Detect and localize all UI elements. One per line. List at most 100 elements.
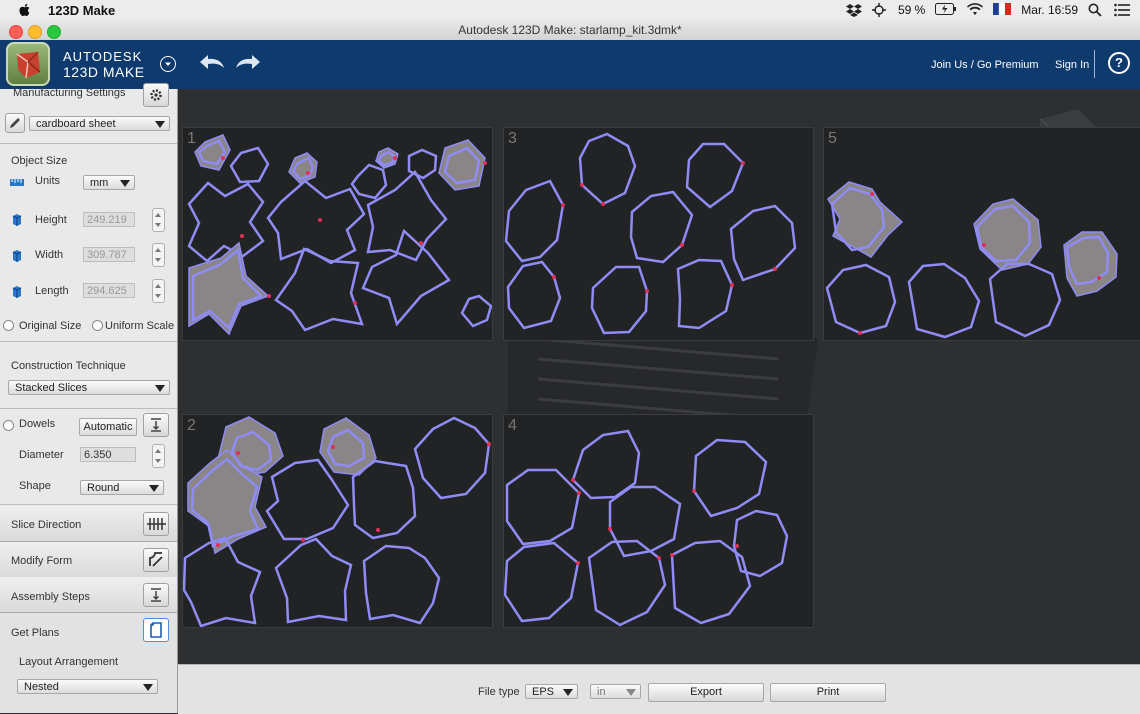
window-title: Autodesk 123D Make: starlamp_kit.3dmk* <box>458 23 682 37</box>
modify-form-button[interactable] <box>143 548 169 572</box>
original-size-radio[interactable] <box>3 320 14 331</box>
app-menu-name[interactable]: 123D Make <box>48 3 115 18</box>
chevron-down-icon <box>155 121 165 128</box>
minimize-window-button[interactable] <box>28 25 42 39</box>
spotlight-search-icon[interactable] <box>1088 3 1104 17</box>
sheet-5[interactable]: 5 <box>823 127 1140 341</box>
uniform-scale-radio[interactable] <box>92 320 103 331</box>
flag-icon[interactable] <box>993 2 1012 17</box>
battery-icon[interactable] <box>935 3 957 17</box>
slice-direction-row[interactable]: Slice Direction <box>0 506 177 542</box>
width-field[interactable]: 309.787 <box>83 247 135 262</box>
object-size-section: Object Size Units mm Height 249.219 Widt… <box>0 144 177 342</box>
wifi-icon[interactable] <box>967 3 984 17</box>
modify-form-row[interactable]: Modify Form <box>0 542 177 578</box>
chevron-down-icon <box>143 684 153 691</box>
uniform-scale-label: Uniform Scale <box>105 320 175 332</box>
pencil-icon <box>10 118 20 128</box>
close-window-button[interactable] <box>9 25 23 39</box>
units-label: Units <box>35 175 61 187</box>
width-stepper[interactable] <box>152 243 165 267</box>
shape-label: Shape <box>19 480 51 492</box>
length-stepper[interactable] <box>152 279 165 303</box>
length-icon <box>12 286 22 298</box>
join-premium-link[interactable]: Join Us / Go Premium <box>931 59 1039 71</box>
diameter-stepper[interactable] <box>152 444 165 468</box>
export-units-value: in <box>597 686 606 698</box>
dowel-icon <box>151 418 161 432</box>
document-icon <box>150 622 162 638</box>
app-menu-dropdown-icon[interactable] <box>160 56 176 72</box>
file-type-select[interactable]: EPS <box>525 684 578 699</box>
height-label: Height <box>35 214 67 226</box>
apple-icon[interactable] <box>18 3 32 17</box>
sheet-parts <box>504 132 797 335</box>
chevron-down-icon <box>626 689 636 696</box>
shape-select-value: Round <box>87 482 120 494</box>
settings-gear-button[interactable] <box>143 83 169 107</box>
dowels-tool-button[interactable] <box>143 413 169 437</box>
diameter-label: Diameter <box>19 449 64 461</box>
units-select[interactable]: mm <box>83 175 135 190</box>
dowels-automatic-button[interactable]: Automatic <box>79 418 137 436</box>
assembly-steps-button[interactable] <box>143 583 169 607</box>
manufacturing-settings-label: Manufacturing Settings <box>13 87 126 99</box>
chevron-down-icon <box>563 689 573 696</box>
header-divider <box>1094 50 1095 78</box>
export-button[interactable]: Export <box>648 683 764 702</box>
brand-autodesk: AUTODESK <box>63 49 143 64</box>
material-select-value: cardboard sheet <box>36 118 116 130</box>
length-field[interactable]: 294.625 <box>83 283 135 298</box>
redo-icon[interactable] <box>234 52 262 72</box>
shape-select[interactable]: Round <box>80 480 164 495</box>
width-icon <box>12 250 22 262</box>
sheet-3[interactable]: 3 <box>503 127 814 341</box>
undo-icon[interactable] <box>198 52 226 72</box>
construction-section: Construction Technique Stacked Slices <box>0 350 177 409</box>
layout-canvas[interactable]: 1 3 5 2 4 <box>178 89 1140 664</box>
dowels-section: Dowels Automatic Diameter 6.350 Shape Ro… <box>0 409 177 505</box>
construction-select[interactable]: Stacked Slices <box>8 380 170 395</box>
dropbox-icon[interactable] <box>845 3 862 17</box>
app-header: AUTODESK 123D MAKE Join Us / Go Premium … <box>0 40 1140 89</box>
settings-panel: Manufacturing Settings cardboard sheet O… <box>0 83 178 713</box>
slice-direction-label: Slice Direction <box>11 519 82 531</box>
sync-icon[interactable] <box>871 3 888 17</box>
get-plans-button[interactable] <box>143 618 169 642</box>
original-size-label: Original Size <box>19 320 82 332</box>
battery-percent: 59 % <box>897 3 926 17</box>
layout-arrangement-select[interactable]: Nested <box>17 679 158 694</box>
system-menubar: 123D Make 59 % Mar. 16:59 <box>0 0 1140 20</box>
help-button[interactable]: ? <box>1108 52 1130 74</box>
edit-material-button[interactable] <box>5 113 25 133</box>
print-button[interactable]: Print <box>770 683 886 702</box>
zoom-window-button[interactable] <box>47 25 61 39</box>
notification-center-icon[interactable] <box>1114 3 1130 17</box>
sheet-2[interactable]: 2 <box>182 414 493 628</box>
get-plans-section: Get Plans Layout Arrangement Nested <box>0 613 177 713</box>
clock[interactable]: Mar. 16:59 <box>1021 3 1078 17</box>
height-icon <box>12 214 22 226</box>
height-stepper[interactable] <box>152 208 165 232</box>
sheet-1[interactable]: 1 <box>182 127 493 341</box>
sheet-4[interactable]: 4 <box>503 414 814 628</box>
dowels-radio[interactable] <box>3 420 14 431</box>
sheet-parts <box>183 416 491 627</box>
brand-product: 123D MAKE <box>63 64 145 80</box>
assembly-steps-label: Assembly Steps <box>11 591 90 603</box>
chevron-down-icon <box>149 485 159 492</box>
slice-direction-button[interactable] <box>143 512 169 536</box>
construction-label: Construction Technique <box>11 360 126 372</box>
app-logo <box>6 42 50 86</box>
export-units-select[interactable]: in <box>590 684 641 699</box>
material-select[interactable]: cardboard sheet <box>29 116 170 131</box>
assembly-steps-icon <box>151 588 161 602</box>
sign-in-link[interactable]: Sign In <box>1055 59 1089 71</box>
assembly-steps-row[interactable]: Assembly Steps <box>0 577 177 613</box>
ruler-icon <box>10 179 24 186</box>
export-bar: File type EPS in Export Print <box>178 664 1140 714</box>
slice-direction-icon <box>147 518 166 530</box>
manufacturing-settings-section: Manufacturing Settings cardboard sheet <box>0 83 177 144</box>
height-field[interactable]: 249.219 <box>83 212 135 227</box>
diameter-field[interactable]: 6.350 <box>80 447 136 462</box>
